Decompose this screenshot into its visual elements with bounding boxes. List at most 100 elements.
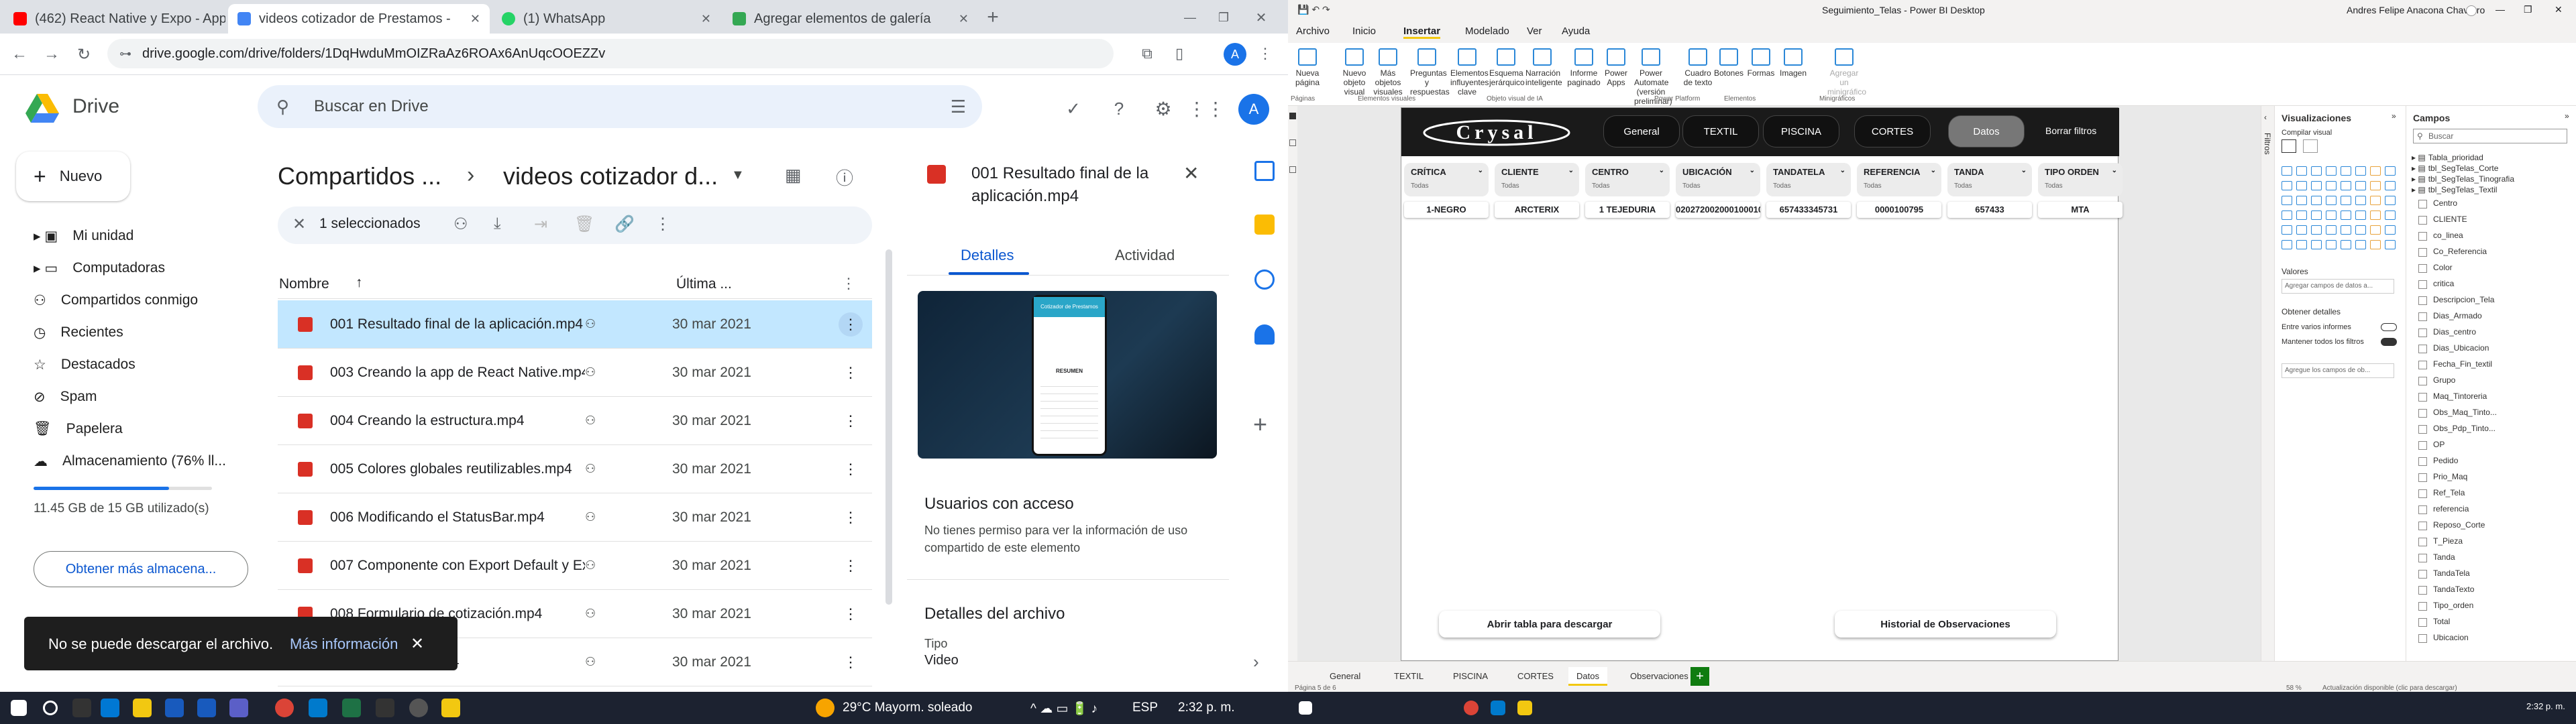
field-item[interactable]: Dias_centro <box>2418 327 2476 337</box>
field-item[interactable]: Obs_Pdp_Tinto... <box>2418 424 2496 434</box>
address-bar[interactable]: ⊶ drive.google.com/drive/folders/1DqHwdu… <box>107 39 1114 68</box>
column-name[interactable]: Nombre <box>279 276 329 292</box>
field-item[interactable]: Dias_Armado <box>2418 311 2482 321</box>
visual-type-icon[interactable] <box>2311 240 2322 249</box>
visual-type-icon[interactable] <box>2282 225 2292 235</box>
field-item[interactable]: Descripcion_Tela <box>2418 295 2494 305</box>
file-row[interactable]: 001 Resultado final de la aplicación.mp4… <box>278 300 872 349</box>
slicer[interactable]: TIPO ORDEN Todas ⌄ <box>2038 163 2123 196</box>
slicer[interactable]: UBICACIÓN Todas ⌄ <box>1676 163 1760 196</box>
download-icon[interactable]: ⤓ <box>494 215 501 233</box>
new-button[interactable]: + Nuevo <box>16 152 130 201</box>
clear-selection-icon[interactable]: ✕ <box>292 215 306 234</box>
history-button[interactable]: Historial de Observaciones <box>1835 611 2056 638</box>
visual-type-icon[interactable] <box>2385 240 2396 249</box>
ribbon-button[interactable]: Botones <box>1712 48 1746 78</box>
slicer[interactable]: TANDATELA Todas ⌄ <box>1766 163 1851 196</box>
visual-type-icon[interactable] <box>2385 181 2396 190</box>
more-options-icon[interactable]: ⋮ <box>839 361 863 385</box>
video-preview[interactable]: Cotizador de Prestamos RESUMEN <box>918 291 1217 459</box>
profile-avatar[interactable]: A <box>1224 43 1246 66</box>
apps-grid-icon[interactable]: ⋮⋮ <box>1187 95 1225 122</box>
calendar-icon[interactable] <box>1254 161 1275 181</box>
filters-pane-collapsed[interactable]: ‹ Filtros <box>2261 106 2274 661</box>
field-item[interactable]: Tanda <box>2418 552 2455 562</box>
ribbon-button[interactable]: Formas <box>1744 48 1778 78</box>
field-item[interactable]: T_Pieza <box>2418 536 2463 546</box>
page-tab[interactable]: TEXTIL <box>1386 667 1432 686</box>
nav-shared[interactable]: ⚇ Compartidos conmigo <box>0 284 255 316</box>
visual-type-icon[interactable] <box>2370 196 2381 205</box>
visual-type-icon[interactable] <box>2370 225 2381 235</box>
data-view-icon[interactable] <box>1289 139 1296 146</box>
visual-type-icon[interactable] <box>2341 181 2351 190</box>
field-item[interactable]: Obs_Maq_Tinto... <box>2418 408 2497 418</box>
report-nav-button[interactable]: CORTES <box>1855 116 1930 147</box>
expand-panel-icon[interactable]: › <box>1253 652 1259 672</box>
close-window-icon[interactable]: ✕ <box>2555 4 2563 15</box>
zoom-level[interactable]: 58 % <box>2286 684 2302 692</box>
terminal-icon[interactable] <box>376 699 394 717</box>
browser-tab-youtube[interactable]: (462) React Native y Expo - App c ✕ <box>4 4 225 34</box>
field-item[interactable]: Ref_Tela <box>2418 488 2465 498</box>
visual-type-icon[interactable] <box>2296 225 2307 235</box>
file-row[interactable]: 006 Modificando el StatusBar.mp4 ⚇ 30 mar … <box>278 493 872 542</box>
visual-type-icon[interactable] <box>2311 181 2322 190</box>
more-actions-icon[interactable]: ⋮ <box>655 215 671 234</box>
field-item[interactable]: Dias_Ubicacion <box>2418 343 2489 353</box>
tab-activity[interactable]: Actividad <box>1115 247 1175 264</box>
browser-tab-gallery[interactable]: Agregar elementos de galería ✕ <box>723 4 978 34</box>
values-well[interactable]: Agregar campos de datos a... <box>2282 279 2394 294</box>
column-modified[interactable]: Última ... <box>676 276 732 292</box>
sidebar-icon[interactable]: ▯ <box>1169 43 1190 64</box>
new-tab-icon[interactable]: + <box>981 5 1005 29</box>
site-info-icon[interactable]: ⊶ <box>119 39 131 68</box>
table-item[interactable]: ▸ ▤ tbl_SegTelas_Tinografia <box>2412 174 2514 184</box>
ribbon-tab[interactable]: Inicio <box>1352 25 1376 37</box>
more-options-icon[interactable]: ⋮ <box>839 554 863 578</box>
visual-type-icon[interactable] <box>2385 196 2396 205</box>
account-avatar[interactable]: A <box>1238 94 1269 125</box>
close-icon[interactable]: ✕ <box>464 12 480 26</box>
file-row[interactable]: 007 Componente con Export Default y Exp.… <box>278 542 872 590</box>
ribbon-button[interactable]: Narración inteligente <box>1525 48 1562 87</box>
sort-arrow-icon[interactable]: ↑ <box>356 275 363 291</box>
ribbon-button[interactable]: Nuevo objeto visual <box>1338 48 1371 97</box>
powerbi-icon[interactable] <box>441 699 460 717</box>
chrome-icon[interactable] <box>1464 701 1479 715</box>
field-item[interactable]: Fecha_Fin_textil <box>2418 359 2492 369</box>
build-visual-icon[interactable] <box>2282 139 2296 153</box>
visual-type-icon[interactable] <box>2385 166 2396 176</box>
close-window-icon[interactable]: ✕ <box>1249 5 1273 29</box>
field-item[interactable]: TandaTela <box>2418 568 2470 579</box>
field-item[interactable]: Prio_Maq <box>2418 472 2467 482</box>
nav-spam[interactable]: ⊘ Spam <box>0 381 255 413</box>
report-nav-button[interactable]: Datos <box>1949 116 2024 147</box>
ribbon-button[interactable]: Agregar un minigráfico <box>1827 48 1866 97</box>
edge-icon[interactable] <box>101 699 119 717</box>
page-tab[interactable]: CORTES <box>1509 667 1562 686</box>
word-icon[interactable] <box>165 699 184 717</box>
field-item[interactable]: Maq_Tintoreria <box>2418 391 2487 402</box>
visual-type-icon[interactable] <box>2326 166 2337 176</box>
report-view-icon[interactable] <box>1289 113 1296 119</box>
ribbon-button[interactable]: Preguntas y respuestas <box>1410 48 1450 97</box>
restore-icon[interactable]: ❐ <box>2524 4 2532 15</box>
close-icon[interactable]: ✕ <box>952 12 969 26</box>
update-status[interactable]: Actualización disponible (clic para desc… <box>2322 684 2457 692</box>
visual-type-icon[interactable] <box>2282 240 2292 249</box>
info-icon[interactable]: ⓘ <box>836 165 853 190</box>
toast-link[interactable]: Más información <box>290 636 398 653</box>
save-icon[interactable]: 💾 ↶ ↷ <box>1297 4 1330 15</box>
ribbon-tab[interactable]: Insertar <box>1403 25 1441 39</box>
ribbon-button[interactable]: Más objetos visuales <box>1371 48 1405 97</box>
weather-text[interactable]: 29°C Mayorm. soleado <box>843 701 972 715</box>
slicer[interactable]: CRÍTICA Todas ⌄ <box>1404 163 1489 196</box>
offline-status-icon[interactable]: ✓ <box>1060 95 1087 122</box>
folder-dropdown-icon[interactable]: ▼ <box>731 168 745 183</box>
visual-type-icon[interactable] <box>2341 240 2351 249</box>
language-indicator[interactable]: ESP <box>1132 701 1158 715</box>
page-tab[interactable]: General <box>1322 667 1368 686</box>
visual-type-icon[interactable] <box>2296 196 2307 205</box>
outlook-icon[interactable] <box>197 699 216 717</box>
